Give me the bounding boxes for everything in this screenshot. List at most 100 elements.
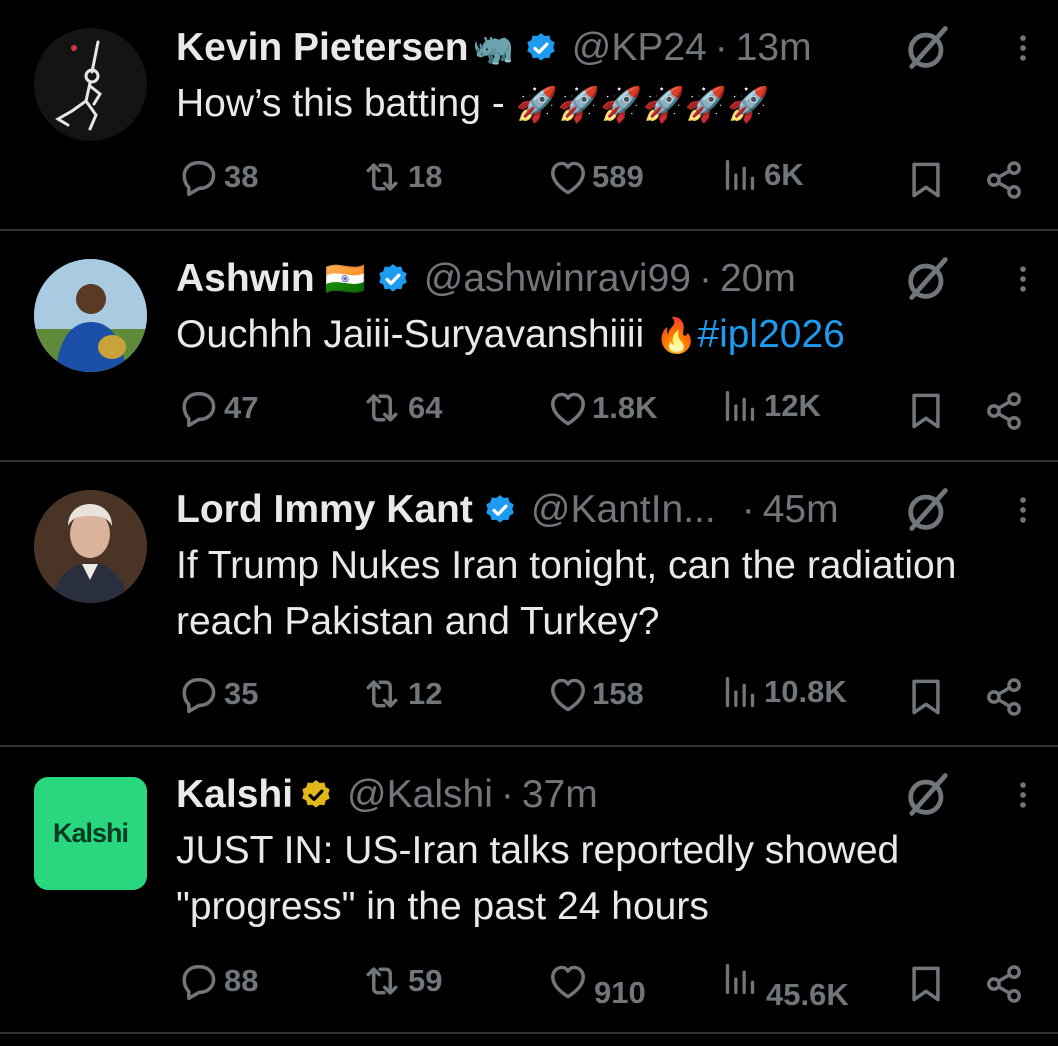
india-flag-emoji: 🇮🇳	[324, 259, 366, 297]
reply-button[interactable]: 35	[176, 672, 258, 716]
hashtag-link[interactable]: #ipl2026	[697, 313, 844, 356]
grok-icon[interactable]	[902, 769, 954, 821]
views-icon	[720, 672, 760, 712]
author-name[interactable]: Kalshi	[176, 773, 293, 817]
author-name[interactable]: Kevin Pietersen	[176, 26, 469, 70]
timestamp[interactable]: 45m	[763, 488, 839, 532]
verified-badge-icon[interactable]	[299, 778, 333, 812]
tweet[interactable]: Ashwin 🇮🇳 @ashwinravi99 · 20m Ouchhh Jai…	[0, 231, 1058, 460]
tweet-header: Lord Immy Kant @KantIn... · 45m	[176, 484, 839, 536]
action-bar: 35 12 158 10.8K	[0, 672, 1058, 722]
reply-icon	[176, 386, 220, 430]
separator-dot: ·	[698, 257, 712, 300]
tweet-text-emoji: 🚀🚀🚀🚀🚀🚀	[515, 86, 770, 124]
like-count: 910	[594, 975, 646, 1010]
reply-icon	[176, 959, 220, 1003]
like-button[interactable]: 910	[546, 959, 646, 1011]
like-icon	[546, 386, 590, 430]
repost-icon	[356, 959, 408, 1003]
like-icon	[546, 672, 590, 716]
tweet-text: If Trump Nukes Iran tonight, can the rad…	[176, 544, 957, 643]
like-count: 1.8K	[592, 390, 658, 425]
views-button[interactable]: 45.6K	[720, 959, 849, 1013]
tweet-header: Kevin Pietersen 🦏 @KP24 · 13m	[176, 22, 812, 74]
author-name[interactable]: Ashwin	[176, 257, 315, 301]
share-icon[interactable]	[982, 674, 1026, 720]
reply-button[interactable]: 38	[176, 155, 258, 199]
repost-button[interactable]: 59	[356, 959, 442, 1003]
more-icon[interactable]	[1006, 253, 1040, 305]
separator-dot: ·	[714, 26, 728, 69]
grok-icon[interactable]	[902, 253, 954, 305]
avatar[interactable]	[34, 259, 147, 372]
share-icon[interactable]	[982, 961, 1026, 1007]
share-icon[interactable]	[982, 157, 1026, 203]
verified-badge-icon[interactable]	[524, 31, 558, 65]
tweet-text: Ouchhh Jaiii-Suryavanshiiii 🔥#ipl2026	[176, 307, 1046, 364]
bookmark-icon[interactable]	[904, 388, 948, 434]
views-button[interactable]: 6K	[720, 155, 804, 195]
verified-badge-icon[interactable]	[483, 493, 517, 527]
tweet[interactable]: Kevin Pietersen 🦏 @KP24 · 13m How’s this…	[0, 0, 1058, 229]
reply-count: 35	[224, 676, 259, 711]
repost-count: 64	[408, 390, 443, 425]
views-button[interactable]: 12K	[720, 386, 821, 426]
repost-count: 12	[408, 676, 443, 711]
repost-button[interactable]: 12	[356, 672, 442, 716]
reply-button[interactable]: 47	[176, 386, 258, 430]
tweet[interactable]: Lord Immy Kant @KantIn... · 45m If Trump…	[0, 462, 1058, 745]
action-bar: 88 59 910 45.6K	[0, 959, 1058, 1012]
grok-icon[interactable]	[902, 484, 954, 536]
more-icon[interactable]	[1006, 22, 1040, 74]
reply-icon	[176, 672, 220, 716]
tweet-text: JUST IN: US-Iran talks reportedly showed…	[176, 829, 900, 928]
author-handle[interactable]: @KantIn...	[531, 488, 716, 532]
bookmark-icon[interactable]	[904, 961, 948, 1007]
reply-button[interactable]: 88	[176, 959, 258, 1003]
tweet-header: Kalshi @Kalshi · 37m	[176, 769, 598, 821]
like-button[interactable]: 1.8K	[546, 386, 657, 430]
more-icon[interactable]	[1006, 769, 1040, 821]
like-count: 158	[592, 676, 644, 711]
avatar[interactable]	[34, 490, 147, 603]
reply-icon	[176, 155, 220, 199]
timestamp[interactable]: 37m	[522, 773, 598, 817]
bookmark-icon[interactable]	[904, 674, 948, 720]
author-handle[interactable]: @ashwinravi99	[424, 257, 691, 301]
like-button[interactable]: 158	[546, 672, 644, 716]
action-bar: 47 64 1.8K 12K	[0, 386, 1058, 436]
author-handle[interactable]: @KP24	[572, 26, 707, 70]
timestamp[interactable]: 13m	[736, 26, 812, 70]
repost-button[interactable]: 64	[356, 386, 442, 430]
tweet[interactable]: Kalshi Kalshi @Kalshi · 37m JUST IN: US-…	[0, 747, 1058, 1032]
share-icon[interactable]	[982, 388, 1026, 434]
rhino-emoji: 🦏	[472, 28, 514, 66]
timestamp[interactable]: 20m	[720, 257, 796, 301]
repost-icon	[356, 155, 408, 199]
profile-photo-icon	[34, 259, 147, 372]
separator-dot: ·	[741, 488, 755, 531]
like-icon	[546, 959, 590, 1003]
author-handle[interactable]: @Kalshi	[347, 773, 493, 817]
reply-count: 88	[224, 963, 259, 998]
reply-count: 47	[224, 390, 259, 425]
like-button[interactable]: 589	[546, 155, 644, 199]
divider	[0, 1032, 1058, 1034]
views-button[interactable]: 10.8K	[720, 672, 847, 712]
reply-count: 38	[224, 159, 259, 194]
author-name[interactable]: Lord Immy Kant	[176, 488, 473, 532]
fire-emoji: 🔥	[655, 317, 698, 355]
avatar[interactable]: Kalshi	[34, 777, 147, 890]
more-icon[interactable]	[1006, 484, 1040, 536]
tweet-text-body: Ouchhh Jaiii-Suryavanshiiii	[176, 313, 656, 356]
avatar[interactable]	[34, 28, 147, 141]
verified-badge-icon[interactable]	[376, 262, 410, 296]
repost-icon	[356, 386, 408, 430]
batsman-logo-icon	[34, 28, 146, 140]
grok-icon[interactable]	[902, 22, 954, 74]
bookmark-icon[interactable]	[904, 157, 948, 203]
repost-icon	[356, 672, 408, 716]
views-icon	[720, 155, 760, 195]
separator-dot: ·	[500, 773, 514, 816]
repost-button[interactable]: 18	[356, 155, 442, 199]
